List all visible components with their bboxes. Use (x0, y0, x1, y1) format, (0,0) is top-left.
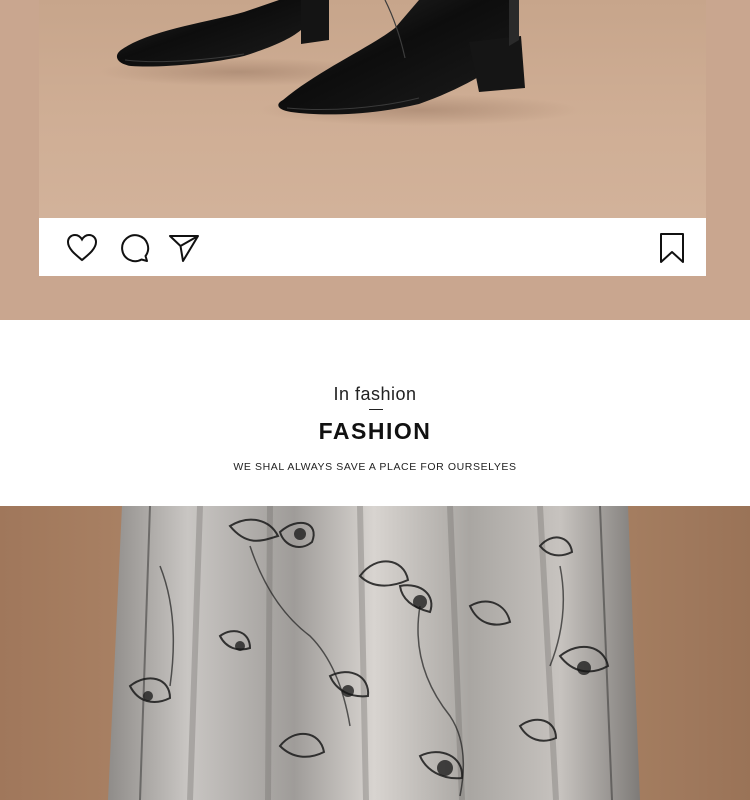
bookmark-icon[interactable] (655, 232, 689, 264)
section-subtitle: In fashion (333, 384, 417, 404)
post-action-bar (39, 218, 706, 276)
comment-icon[interactable] (117, 232, 151, 264)
heart-icon[interactable] (65, 232, 99, 264)
section-tagline: WE SHAL ALWAYS SAVE A PLACE FOR OURSELYE… (233, 461, 517, 473)
section-heading: In fashion FASHION WE SHAL ALWAYS SAVE A… (0, 320, 750, 506)
boots-image (39, 0, 706, 218)
product-photo-boots (0, 0, 750, 320)
section-title: FASHION (318, 418, 432, 444)
product-photo-skirt (0, 506, 750, 800)
share-icon[interactable] (167, 232, 201, 264)
heading-divider (369, 409, 383, 410)
